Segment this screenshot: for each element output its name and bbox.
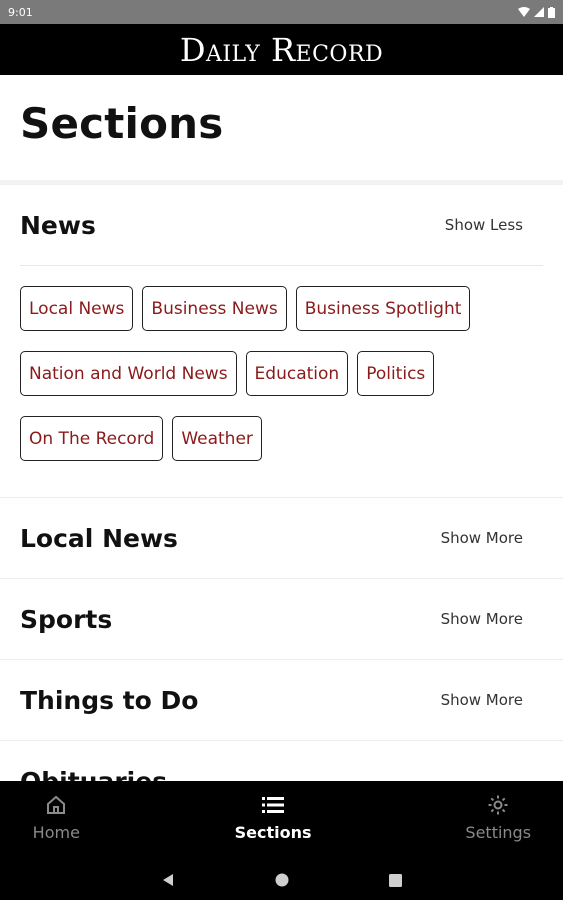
show-less-button[interactable]: Show Less — [445, 216, 523, 234]
chip-politics[interactable]: Politics — [357, 351, 435, 396]
section-local-news: Local News Show More — [0, 497, 563, 578]
chip-local-news[interactable]: Local News — [20, 286, 134, 331]
home-icon — [45, 793, 67, 817]
section-news: News Show Less Local News Business News … — [0, 185, 563, 497]
section-title: Obituaries — [20, 766, 168, 782]
signal-icon — [534, 7, 544, 17]
battery-icon — [548, 6, 555, 18]
chip-business-spotlight[interactable]: Business Spotlight — [295, 286, 471, 331]
section-obituaries: Obituaries — [0, 740, 563, 781]
subsection-chips: Local News Business News Business Spotli… — [0, 266, 563, 497]
section-things-to-do: Things to Do Show More — [0, 659, 563, 740]
page-title: Sections — [20, 99, 224, 148]
system-nav-bar — [0, 860, 563, 900]
section-title: Things to Do — [20, 685, 199, 715]
section-header-sports[interactable]: Sports Show More — [0, 579, 563, 659]
section-title: News — [20, 210, 96, 240]
nav-settings-label: Settings — [465, 823, 532, 842]
section-header-local-news[interactable]: Local News Show More — [0, 498, 563, 578]
nav-sections[interactable]: Sections — [113, 781, 434, 842]
status-icons — [518, 6, 555, 18]
list-icon — [262, 793, 285, 817]
app-header: Daily Record — [0, 24, 563, 75]
nav-home-label: Home — [32, 823, 80, 842]
nav-sections-label: Sections — [234, 823, 312, 842]
section-header-things-to-do[interactable]: Things to Do Show More — [0, 660, 563, 740]
show-more-button[interactable]: Show More — [441, 529, 523, 547]
section-header-news[interactable]: News Show Less — [0, 185, 563, 265]
masthead-logo: Daily Record — [179, 30, 384, 69]
status-time: 9:01 — [8, 5, 33, 19]
status-bar: 9:01 — [0, 0, 563, 24]
chip-weather[interactable]: Weather — [172, 416, 262, 461]
section-title: Local News — [20, 523, 178, 553]
chip-business-news[interactable]: Business News — [142, 286, 287, 331]
wifi-icon — [518, 7, 530, 17]
chip-on-the-record[interactable]: On The Record — [20, 416, 164, 461]
gear-icon — [487, 793, 509, 817]
show-more-button[interactable]: Show More — [441, 691, 523, 709]
recents-icon[interactable] — [389, 873, 402, 887]
home-button-icon[interactable] — [275, 873, 289, 887]
section-sports: Sports Show More — [0, 578, 563, 659]
bottom-nav: Home Sections Settings — [0, 781, 563, 860]
section-title: Sports — [20, 604, 113, 634]
chip-education[interactable]: Education — [245, 351, 349, 396]
section-header-obituaries[interactable]: Obituaries — [0, 741, 563, 782]
show-more-button[interactable]: Show More — [441, 610, 523, 628]
nav-settings[interactable]: Settings — [434, 781, 563, 842]
nav-home[interactable]: Home — [0, 781, 113, 842]
sections-content[interactable]: Sections News Show Less Local News Busin… — [0, 75, 563, 781]
chip-nation-world-news[interactable]: Nation and World News — [20, 351, 237, 396]
back-icon[interactable] — [161, 873, 175, 887]
